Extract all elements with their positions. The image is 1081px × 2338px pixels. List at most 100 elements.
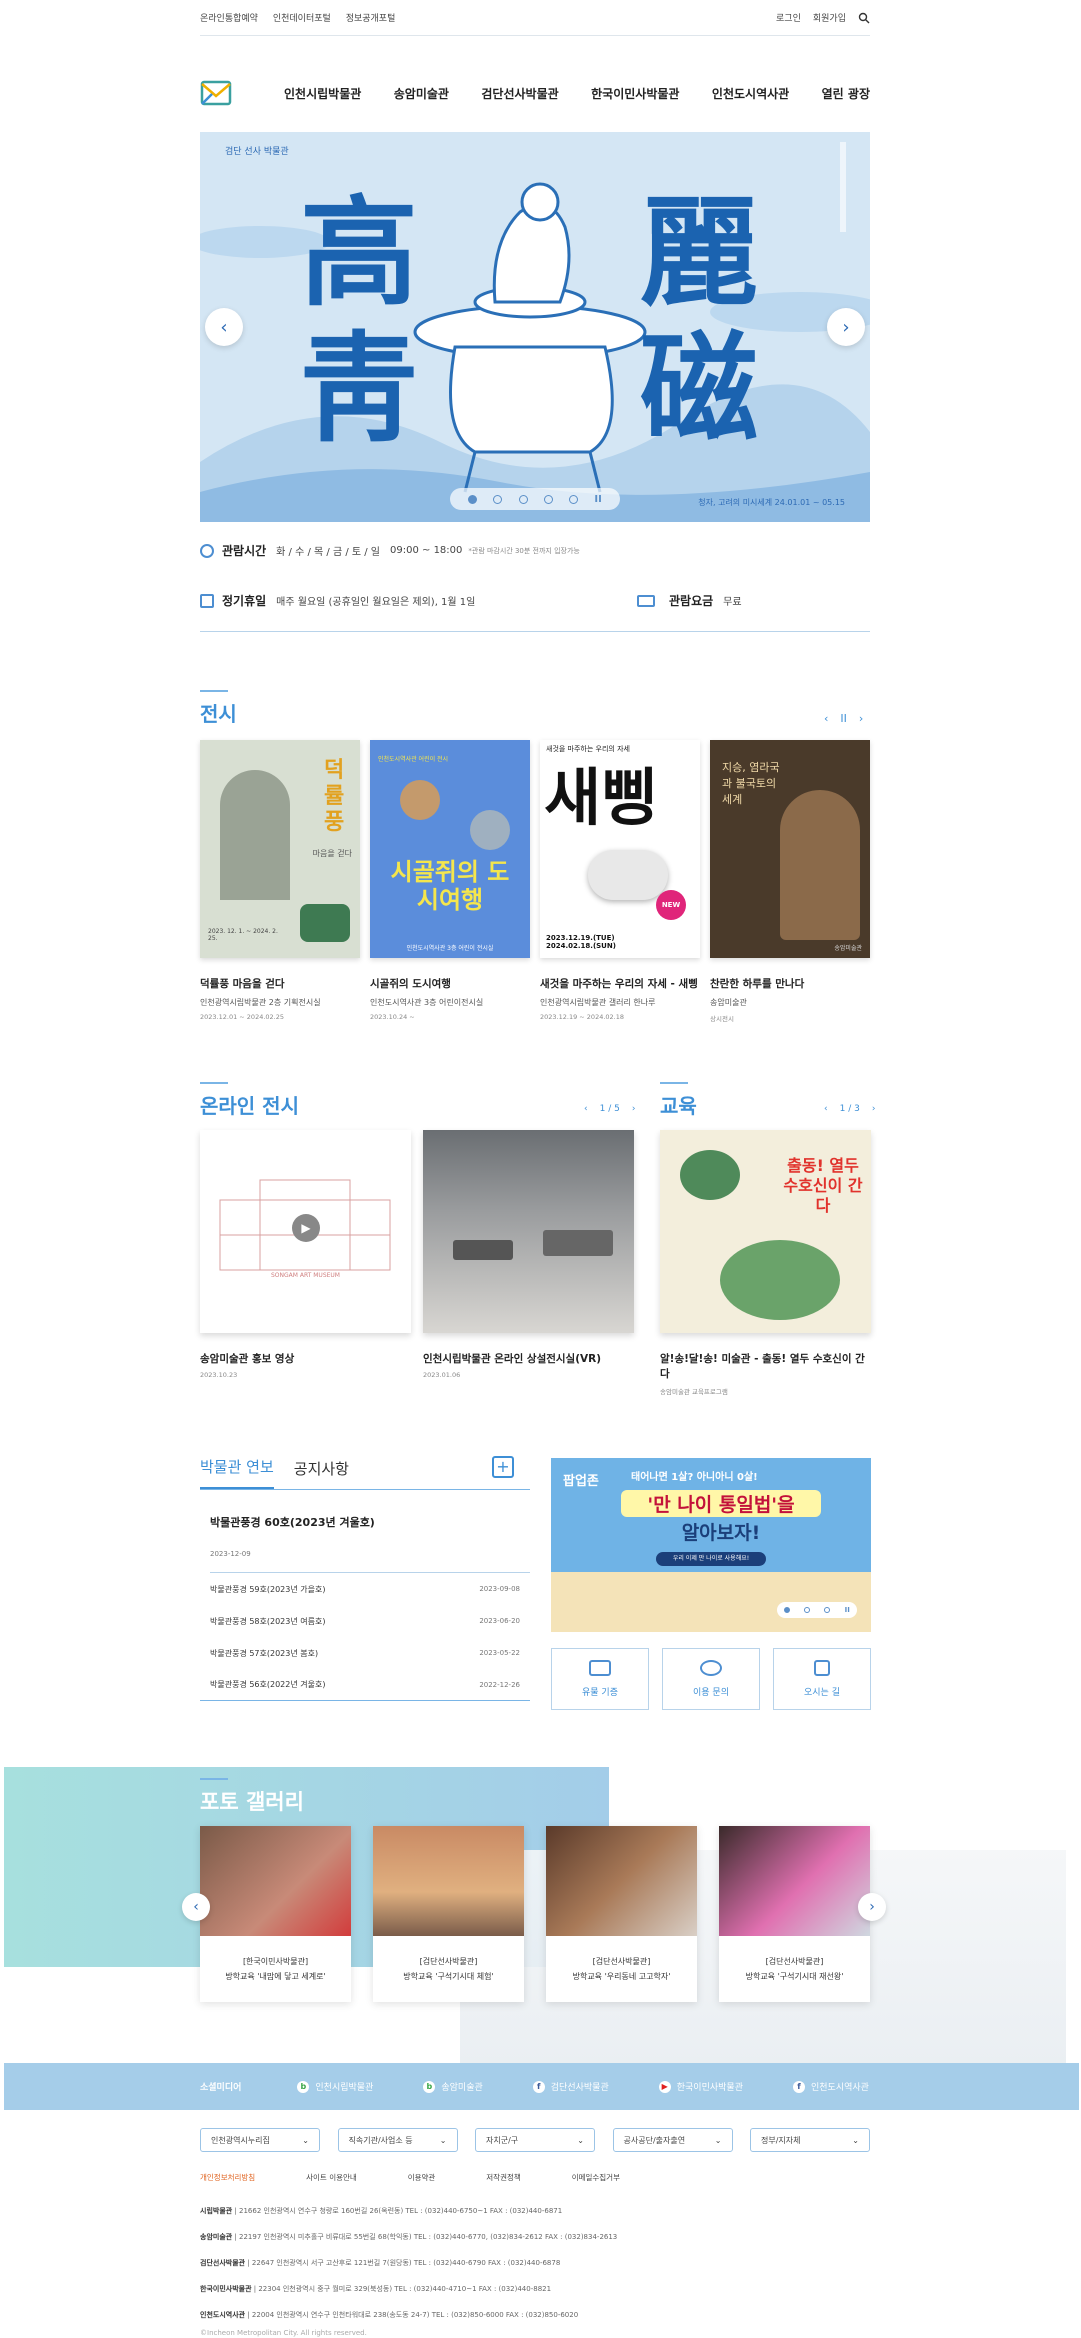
gallery-card[interactable]: [검단선사박물관] 방학교육 '우리동네 고고학자' <box>546 1826 697 2002</box>
exhibition-date: 상시전시 <box>710 1015 734 1023</box>
quick-directions-button[interactable]: 오시는 길 <box>773 1648 871 1710</box>
closed-label: 정기휴일 <box>222 594 267 608</box>
featured-post-title[interactable]: 박물관풍경 60호(2023년 겨울호) <box>210 1514 530 1530</box>
social-link-city-history[interactable]: f 인천도시역사관 <box>793 2080 869 2093</box>
social-link-incheon-museum[interactable]: b 인천시립박물관 <box>297 2080 373 2093</box>
hero-prev-button[interactable]: ‹ <box>205 308 243 346</box>
chevron-left-icon[interactable]: ‹ <box>824 1104 828 1114</box>
chat-bubble-icon <box>700 1660 722 1676</box>
tab-annual-report[interactable]: 박물관 연보 <box>200 1456 274 1489</box>
tree-illustration-icon <box>720 1240 840 1320</box>
news-row-title: 박물관풍경 58호(2023년 여름호) <box>210 1616 326 1626</box>
chevron-left-icon[interactable]: ‹ <box>824 712 828 725</box>
hero-banner[interactable]: 검단 선사 박물관 高 麗 靑 磁 청자, 고려의 미시세계 24.01.01 … <box>200 132 870 522</box>
select-public-corps[interactable]: 공사공단/출자출연 ⌄ <box>612 2128 733 2152</box>
gallery-list: [한국이민사박물관] 방학교육 '내맘에 닿고 세계로' [검단선사박물관] 방… <box>200 1826 870 2002</box>
quick-donation-button[interactable]: 유물 기증 <box>551 1648 649 1710</box>
util-link-info-portal[interactable]: 정보공개포털 <box>346 14 396 24</box>
address-text: 22004 인천광역시 연수구 인천타워대로 238(송도동 24-7) TEL… <box>251 2311 579 2319</box>
news-row[interactable]: 박물관풍경 56호(2022년 겨울호) 2022-12-26 <box>200 1669 530 1701</box>
education-card[interactable]: 출동! 열두 수호신이 간다 알!송!달!송! 미술관 - 출동! 열두 수호신… <box>660 1130 871 1396</box>
login-link[interactable]: 로그인 <box>776 11 801 24</box>
quick-label: 유물 기증 <box>582 1688 618 1698</box>
util-link-data-portal[interactable]: 인천데이터포털 <box>273 14 331 24</box>
social-link-geomdan[interactable]: f 검단선사박물관 <box>532 2080 609 2093</box>
privacy-policy-link[interactable]: 개인정보처리방침 <box>200 2172 255 2183</box>
popup-dot[interactable] <box>804 1607 811 1613</box>
select-districts[interactable]: 자치군/구 ⌄ <box>475 2128 595 2152</box>
select-label: 정부/지자체 <box>761 2135 801 2145</box>
copyright-policy-link[interactable]: 저작권정책 <box>486 2172 521 2183</box>
nav-item-songam[interactable]: 송암미술관 <box>394 85 449 102</box>
social-link-songam[interactable]: b 송암미술관 <box>423 2080 483 2093</box>
hero-dot[interactable] <box>518 494 528 504</box>
nav-item-city-history[interactable]: 인천도시역사관 <box>712 85 789 102</box>
terms-link[interactable]: 이용약관 <box>408 2172 436 2183</box>
nav-item-immigration[interactable]: 한국이민사박물관 <box>591 85 679 102</box>
util-link-reservation[interactable]: 온라인통합예약 <box>200 14 258 24</box>
popup-pagination: II <box>777 1602 857 1618</box>
select-government[interactable]: 정부/지자체 ⌄ <box>750 2128 870 2152</box>
select-affiliated[interactable]: 직속기관/사업소 등 ⌄ <box>337 2128 458 2152</box>
gallery-card[interactable]: [검단선사박물관] 방학교육 '구석기시대 체험' <box>373 1826 524 2002</box>
popup-line-2: '만 나이 통일법'을 <box>621 1490 821 1517</box>
exhibition-title-text: 시골쥐의 도시여행 <box>370 978 451 990</box>
chevron-right-icon[interactable]: › <box>872 1104 876 1114</box>
chevron-right-icon[interactable]: › <box>632 1104 636 1114</box>
social-link-immigration[interactable]: ▶ 한국이민사박물관 <box>658 2080 743 2093</box>
gallery-card[interactable]: [검단선사박물관] 방학교육 '구석기시대 재선왕' <box>719 1826 870 2002</box>
address-name: 인천도시역사관 <box>200 2311 246 2319</box>
play-icon[interactable]: ▶ <box>292 1214 320 1242</box>
gallery-card-org: [검단선사박물관] <box>592 1957 651 1966</box>
popup-dot[interactable] <box>824 1607 831 1613</box>
utility-links: 온라인통합예약 인천데이터포털 정보공개포털 <box>200 11 407 24</box>
poster-title: 시골쥐의 도시여행 <box>390 858 510 914</box>
quick-label: 오시는 길 <box>804 1688 840 1698</box>
exhibition-card[interactable]: 새것을 마주하는 우리의 자세 새삥 NEW 2023.12.19.(TUE) … <box>540 740 700 1023</box>
education-controls: ‹ 1 / 3 › <box>824 1104 875 1114</box>
nav-item-open-plaza[interactable]: 열린 광장 <box>822 85 870 102</box>
social-link-label: 인천시립박물관 <box>315 2083 374 2093</box>
nav-item-geomdan[interactable]: 검단선사박물관 <box>481 85 558 102</box>
news-row[interactable]: 박물관풍경 58호(2023년 여름호) 2023-06-20 <box>200 1605 530 1637</box>
more-plus-icon[interactable]: + <box>492 1456 514 1478</box>
pause-icon[interactable]: II <box>840 712 847 725</box>
logo-icon[interactable] <box>200 76 234 110</box>
exhibition-card[interactable]: 지승, 염라국과 불국토의 세계 송암미술관 찬란한 하루를 만나다 송암미술관… <box>710 740 870 1023</box>
email-refusal-link[interactable]: 이메일수집거부 <box>572 2172 620 2183</box>
news-row[interactable]: 박물관풍경 57호(2023년 봄호) 2023-05-22 <box>200 1637 530 1669</box>
join-link[interactable]: 회원가입 <box>813 11 846 24</box>
news-row[interactable]: 박물관풍경 59호(2023년 가을호) 2023-09-08 <box>200 1573 530 1605</box>
select-incheon-sites[interactable]: 인천광역시누리집 ⌄ <box>200 2128 320 2152</box>
hero-next-button[interactable]: › <box>827 308 865 346</box>
gallery-card[interactable]: [한국이민사박물관] 방학교육 '내맘에 닿고 세계로' <box>200 1826 351 2002</box>
gallery-prev-button[interactable]: ‹ <box>182 1893 210 1921</box>
popup-dot[interactable] <box>784 1607 791 1613</box>
education-poster: 출동! 열두 수호신이 간다 <box>660 1130 871 1333</box>
news-row-title: 박물관풍경 59호(2023년 가을호) <box>210 1584 326 1594</box>
tab-notices[interactable]: 공지사항 <box>294 1458 349 1489</box>
online-card[interactable]: ▶ SONGAM ART MUSEUM 송암미술관 홍보 영상 2023.10.… <box>200 1130 411 1379</box>
pause-icon[interactable]: II <box>594 494 601 505</box>
hero-dot[interactable] <box>468 494 478 504</box>
nav-item-incheon-museum[interactable]: 인천시립박물관 <box>284 85 361 102</box>
closed-row: 정기휴일 매주 월요일 (공휴일인 월요일은 제외), 1월 1일 <box>200 592 475 609</box>
search-icon[interactable] <box>858 12 870 24</box>
quick-inquiry-button[interactable]: 이용 문의 <box>662 1648 760 1710</box>
site-guide-link[interactable]: 사이트 이용안내 <box>306 2172 357 2183</box>
chevron-right-icon[interactable]: › <box>859 712 863 725</box>
hero-dot[interactable] <box>569 494 579 504</box>
footer-address: 송암미술관 | 22197 인천광역시 미추홀구 비류대로 55번길 68(학익… <box>200 2233 618 2241</box>
exhibition-card[interactable]: 인천도시역사관 어린이 전시 시골쥐의 도시여행 인천도시역사관 3층 어린이 … <box>370 740 530 1023</box>
online-card[interactable]: 인천시립박물관 온라인 상설전시실(VR) 2023.01.06 <box>423 1130 634 1379</box>
hero-dot[interactable] <box>493 494 503 504</box>
visit-info: 관람시간 화 / 수 / 목 / 금 / 토 / 일 09:00 ~ 18:00… <box>200 538 870 632</box>
exhibition-card[interactable]: 덕률풍 마음을 걷다 2023. 12. 1. ~ 2024. 2. 25. 덕… <box>200 740 360 1023</box>
popup-zone-banner[interactable]: 팝업존 태어나면 1살? 아니아니 0살! '만 나이 통일법'을 알아보자! … <box>551 1458 871 1632</box>
copyright: ©Incheon Metropolitan City. All rights r… <box>200 2329 367 2337</box>
gallery-next-button[interactable]: › <box>858 1893 886 1921</box>
chevron-left-icon[interactable]: ‹ <box>584 1104 588 1114</box>
pause-icon[interactable]: II <box>845 1606 850 1614</box>
poster-subtitle: 인천도시역사관 어린이 전시 <box>378 756 449 763</box>
hero-dot[interactable] <box>543 494 553 504</box>
